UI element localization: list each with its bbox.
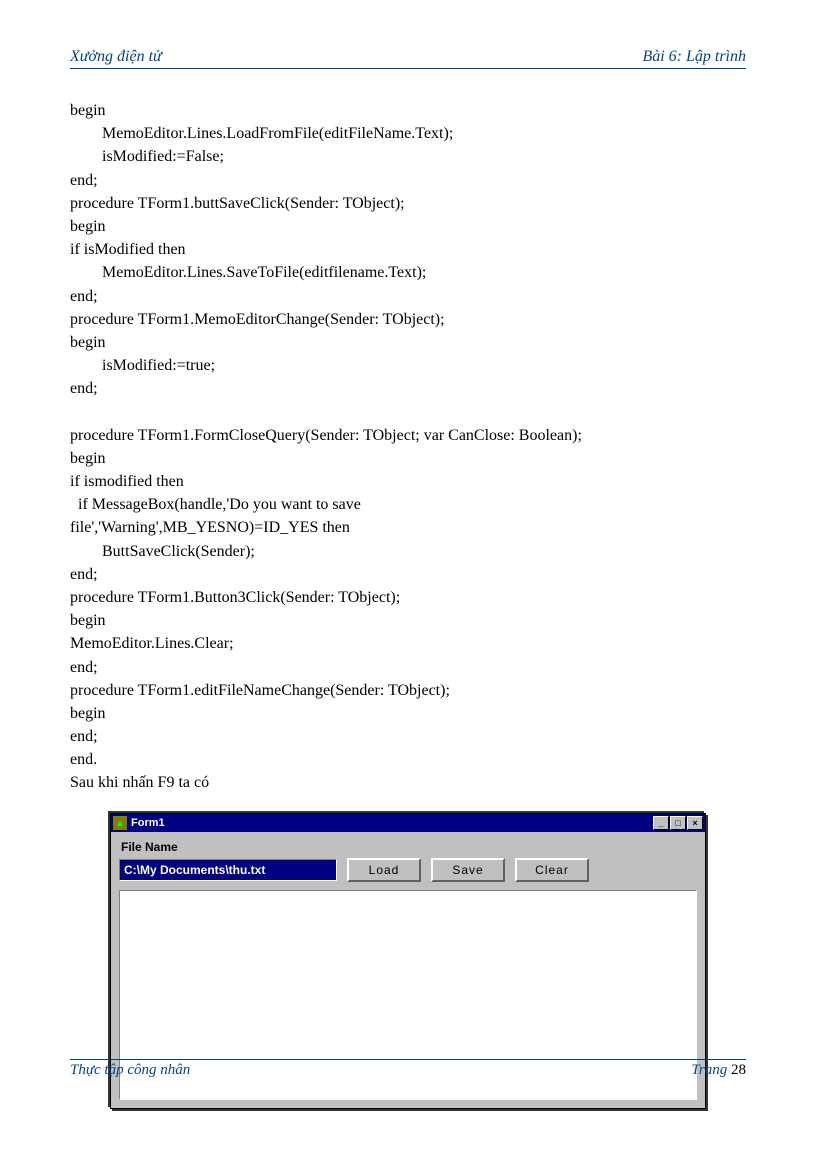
minimize-button[interactable]: _ [653, 816, 669, 830]
footer-left: Thực tập công nhân [70, 1062, 190, 1079]
window-title: Form1 [131, 817, 653, 829]
page-header: Xưởng điện tử Bài 6: Lập trình [70, 48, 746, 69]
header-left: Xưởng điện tử [70, 48, 162, 66]
filename-input[interactable]: C:\My Documents\thu.txt [119, 859, 337, 881]
page-footer: Thực tập công nhân Trang 28 [70, 1059, 746, 1079]
footer-right: Trang 28 [691, 1062, 746, 1079]
page-label: Trang [691, 1062, 727, 1078]
titlebar: ▲ Form1 _ □ × [111, 814, 705, 832]
save-button[interactable]: Save [431, 858, 505, 882]
code-listing: begin MemoEditor.Lines.LoadFromFile(edit… [70, 99, 746, 795]
app-icon: ▲ [113, 816, 127, 830]
header-right: Bài 6: Lập trình [642, 48, 746, 66]
page-number: 28 [731, 1062, 746, 1078]
maximize-button[interactable]: □ [670, 816, 686, 830]
close-button[interactable]: × [687, 816, 703, 830]
load-button[interactable]: Load [347, 858, 421, 882]
clear-button[interactable]: Clear [515, 858, 589, 882]
filename-label: File Name [121, 840, 697, 854]
toolbar: File Name C:\My Documents\thu.txt Load S… [111, 832, 705, 890]
